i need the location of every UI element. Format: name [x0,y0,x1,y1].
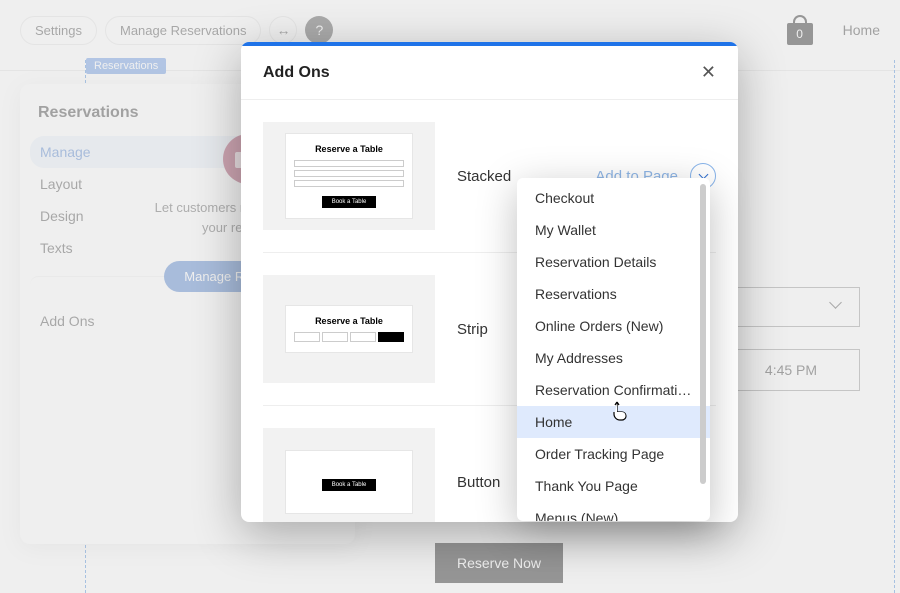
addon-thumb: Book a Table [263,428,435,522]
close-icon[interactable]: ✕ [701,62,716,83]
thumb-button: Book a Table [322,196,377,208]
scrollbar[interactable] [700,184,706,484]
cursor-icon [612,401,628,426]
addon-label: Stacked [457,168,511,185]
dropdown-item[interactable]: Thank You Page [517,470,710,502]
dropdown-item[interactable]: Checkout [517,182,710,214]
dropdown-item[interactable]: My Addresses [517,342,710,374]
modal-header: Add Ons ✕ [241,46,738,100]
dropdown-item[interactable]: Reservations [517,278,710,310]
thumb-title: Reserve a Table [294,144,404,154]
page-picker-dropdown: CheckoutMy WalletReservation DetailsRese… [517,178,710,521]
dropdown-item[interactable]: Order Tracking Page [517,438,710,470]
dropdown-item[interactable]: My Wallet [517,214,710,246]
thumb-title: Reserve a Table [294,316,404,326]
dropdown-item[interactable]: Online Orders (New) [517,310,710,342]
modal-title: Add Ons [263,64,330,82]
addon-label: Strip [457,321,488,338]
addon-thumb: Reserve a Table Book a Table [263,122,435,230]
addon-label: Button [457,474,500,491]
addon-thumb: Reserve a Table [263,275,435,383]
thumb-button: Book a Table [322,479,377,491]
dropdown-item[interactable]: Menus (New) [517,502,710,521]
dropdown-item[interactable]: Reservation Details [517,246,710,278]
